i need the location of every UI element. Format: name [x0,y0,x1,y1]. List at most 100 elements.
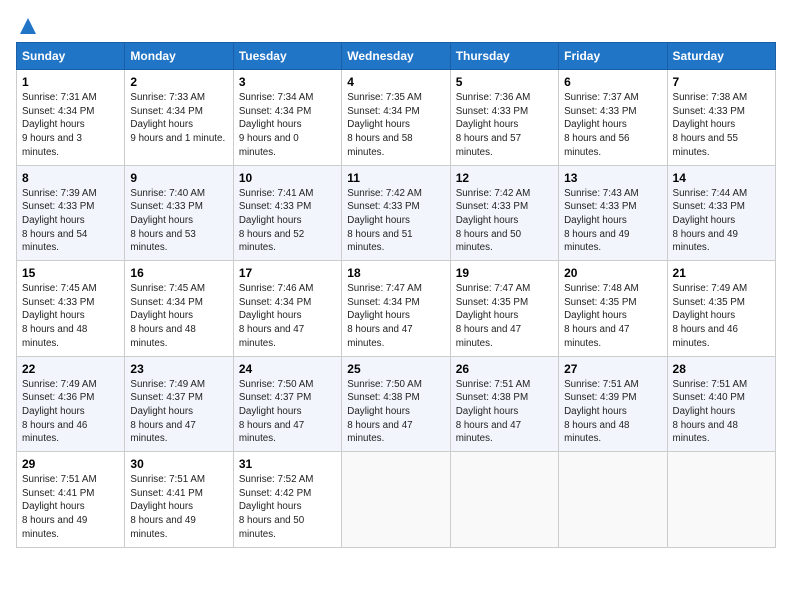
day-number: 23 [130,362,227,376]
day-number: 10 [239,171,336,185]
day-cell: 4Sunrise: 7:35 AMSunset: 4:34 PMDaylight… [342,70,450,166]
day-number: 13 [564,171,661,185]
day-content: Sunrise: 7:41 AMSunset: 4:33 PMDaylight … [239,187,336,256]
day-content: Sunrise: 7:51 AMSunset: 4:39 PMDaylight … [564,378,661,447]
day-cell: 12 Sunrise: 7:42 AMSunset: 4:33 PMDayligh… [450,165,558,261]
day-number: 17 [239,266,336,280]
day-content: Sunrise: 7:49 AMSunset: 4:35 PMDaylight … [673,282,770,351]
day-cell: 7 Sunrise: 7:38 AMSunset: 4:33 PMDaylight… [667,70,775,166]
day-number: 21 [673,266,770,280]
page-header [16,16,776,32]
day-number: 9 [130,171,227,185]
day-content: Sunrise: 7:44 AMSunset: 4:33 PMDaylight … [673,187,770,256]
weekday-header: Sunday [17,43,125,70]
calendar-week-row: 1 Sunrise: 7:31 AMSunset: 4:34 PMDaylight… [17,70,776,166]
weekday-header: Monday [125,43,233,70]
day-number: 6 [564,75,661,89]
day-content: Sunrise: 7:42 AMSunset: 4:33 PMDaylight … [456,187,553,256]
day-cell: 11 Sunrise: 7:42 AMSunset: 4:33 PMDayligh… [342,165,450,261]
day-cell: 10 Sunrise: 7:41 AMSunset: 4:33 PMDayligh… [233,165,341,261]
day-content: Sunrise: 7:39 AMSunset: 4:33 PMDaylight … [22,187,119,256]
day-number: 26 [456,362,553,376]
day-content: Sunrise: 7:45 AMSunset: 4:33 PMDaylight … [22,282,119,351]
day-number: 22 [22,362,119,376]
day-number: 27 [564,362,661,376]
day-cell: 9 Sunrise: 7:40 AMSunset: 4:33 PMDaylight… [125,165,233,261]
day-content: Sunrise: 7:49 AMSunset: 4:37 PMDaylight … [130,378,227,447]
calendar-week-row: 8 Sunrise: 7:39 AMSunset: 4:33 PMDaylight… [17,165,776,261]
day-content: Sunrise: 7:46 AMSunset: 4:34 PMDaylight … [239,282,336,351]
day-number: 29 [22,457,119,471]
empty-day-cell [450,452,558,548]
calendar-table: SundayMondayTuesdayWednesdayThursdayFrid… [16,42,776,548]
day-cell: 25 Sunrise: 7:50 AMSunset: 4:38 PMDayligh… [342,356,450,452]
day-cell: 2Sunrise: 7:33 AMSunset: 4:34 PMDaylight… [125,70,233,166]
day-content: Sunrise: 7:37 AMSunset: 4:33 PMDaylight … [564,91,661,160]
day-content: Sunrise: 7:38 AMSunset: 4:33 PMDaylight … [673,91,770,160]
day-content: Sunrise: 7:34 AMSunset: 4:34 PMDaylight … [239,91,336,160]
day-content: Sunrise: 7:51 AMSunset: 4:40 PMDaylight … [673,378,770,447]
calendar-header-row: SundayMondayTuesdayWednesdayThursdayFrid… [17,43,776,70]
empty-day-cell [667,452,775,548]
day-cell: 18Sunrise: 7:47 AMSunset: 4:34 PMDayligh… [342,261,450,357]
day-number: 16 [130,266,227,280]
logo [16,16,38,32]
day-number: 4 [347,75,444,89]
day-cell: 21 Sunrise: 7:49 AMSunset: 4:35 PMDayligh… [667,261,775,357]
weekday-header: Tuesday [233,43,341,70]
day-number: 8 [22,171,119,185]
day-number: 15 [22,266,119,280]
day-content: Sunrise: 7:47 AMSunset: 4:35 PMDaylight … [456,282,553,351]
day-number: 12 [456,171,553,185]
empty-day-cell [559,452,667,548]
day-content: Sunrise: 7:45 AMSunset: 4:34 PMDaylight … [130,282,227,351]
weekday-header: Friday [559,43,667,70]
day-cell: 24Sunrise: 7:50 AMSunset: 4:37 PMDayligh… [233,356,341,452]
day-cell: 6 Sunrise: 7:37 AMSunset: 4:33 PMDaylight… [559,70,667,166]
day-content: Sunrise: 7:49 AMSunset: 4:36 PMDaylight … [22,378,119,447]
day-cell: 13 Sunrise: 7:43 AMSunset: 4:33 PMDayligh… [559,165,667,261]
day-content: Sunrise: 7:50 AMSunset: 4:38 PMDaylight … [347,378,444,447]
day-cell: 28 Sunrise: 7:51 AMSunset: 4:40 PMDayligh… [667,356,775,452]
weekday-header: Thursday [450,43,558,70]
day-content: Sunrise: 7:51 AMSunset: 4:41 PMDaylight … [130,473,227,542]
day-number: 31 [239,457,336,471]
day-cell: 23 Sunrise: 7:49 AMSunset: 4:37 PMDayligh… [125,356,233,452]
day-content: Sunrise: 7:51 AMSunset: 4:41 PMDaylight … [22,473,119,542]
day-number: 3 [239,75,336,89]
day-content: Sunrise: 7:31 AMSunset: 4:34 PMDaylight … [22,91,119,160]
calendar-week-row: 22 Sunrise: 7:49 AMSunset: 4:36 PMDayligh… [17,356,776,452]
day-cell: 20 Sunrise: 7:48 AMSunset: 4:35 PMDayligh… [559,261,667,357]
day-number: 28 [673,362,770,376]
day-number: 24 [239,362,336,376]
day-number: 7 [673,75,770,89]
day-number: 5 [456,75,553,89]
day-content: Sunrise: 7:43 AMSunset: 4:33 PMDaylight … [564,187,661,256]
day-content: Sunrise: 7:52 AMSunset: 4:42 PMDaylight … [239,473,336,542]
day-cell: 1 Sunrise: 7:31 AMSunset: 4:34 PMDaylight… [17,70,125,166]
day-number: 14 [673,171,770,185]
day-cell: 3 Sunrise: 7:34 AMSunset: 4:34 PMDaylight… [233,70,341,166]
day-number: 18 [347,266,444,280]
weekday-header: Saturday [667,43,775,70]
day-number: 1 [22,75,119,89]
day-cell: 5 Sunrise: 7:36 AMSunset: 4:33 PMDaylight… [450,70,558,166]
day-cell: 31 Sunrise: 7:52 AMSunset: 4:42 PMDayligh… [233,452,341,548]
day-content: Sunrise: 7:42 AMSunset: 4:33 PMDaylight … [347,187,444,256]
day-cell: 26Sunrise: 7:51 AMSunset: 4:38 PMDayligh… [450,356,558,452]
weekday-header: Wednesday [342,43,450,70]
day-content: Sunrise: 7:48 AMSunset: 4:35 PMDaylight … [564,282,661,351]
day-number: 25 [347,362,444,376]
day-number: 19 [456,266,553,280]
day-content: Sunrise: 7:36 AMSunset: 4:33 PMDaylight … [456,91,553,160]
day-cell: 27 Sunrise: 7:51 AMSunset: 4:39 PMDayligh… [559,356,667,452]
day-number: 20 [564,266,661,280]
day-cell: 16 Sunrise: 7:45 AMSunset: 4:34 PMDayligh… [125,261,233,357]
day-cell: 17 Sunrise: 7:46 AMSunset: 4:34 PMDayligh… [233,261,341,357]
day-number: 30 [130,457,227,471]
day-cell: 19 Sunrise: 7:47 AMSunset: 4:35 PMDayligh… [450,261,558,357]
day-content: Sunrise: 7:40 AMSunset: 4:33 PMDaylight … [130,187,227,256]
day-number: 11 [347,171,444,185]
day-cell: 29 Sunrise: 7:51 AMSunset: 4:41 PMDayligh… [17,452,125,548]
day-cell: 22 Sunrise: 7:49 AMSunset: 4:36 PMDayligh… [17,356,125,452]
